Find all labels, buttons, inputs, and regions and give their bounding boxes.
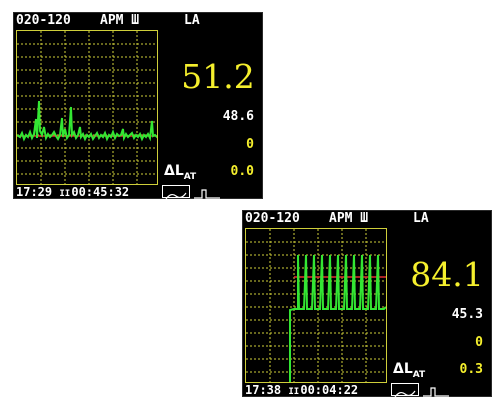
delta-lat-value: 0.3 [459, 362, 483, 377]
main-level-value: 84.1 [410, 255, 484, 294]
header-bar: 020-120 APM Ш LA [243, 211, 491, 227]
level-graph [16, 30, 158, 185]
delta-lat-value: 0.0 [230, 164, 254, 179]
elapsed-time: 00:04:22 [300, 383, 359, 397]
delta-lat-subscript: AT [412, 369, 426, 380]
footer-bar: 17:38 II00:04:22 [245, 383, 359, 398]
pulse-icon[interactable] [193, 185, 221, 199]
grid-lines [246, 229, 386, 382]
mode-label: APM Ш [100, 13, 140, 28]
meter-screen-2: 020-120 APM Ш LA 84.1 45.3 0 ΔLAT 0.3 17… [242, 210, 492, 398]
level-graph-svg [246, 229, 386, 382]
waveform-icon[interactable] [162, 185, 190, 200]
footer-bar: 17:29 II00:45:32 [16, 185, 130, 200]
range-label: 020-120 [245, 211, 300, 226]
elapsed-time: 00:45:32 [71, 185, 130, 199]
delta-lat-label: ΔLAT [164, 163, 196, 185]
level-graph [245, 228, 387, 383]
clock-time: 17:38 [245, 383, 282, 397]
pause-icon: II [59, 189, 71, 199]
delta-lat-text: ΔL [164, 163, 184, 179]
waveform-icon[interactable] [391, 383, 419, 398]
delta-lat-label: ΔLAT [393, 361, 425, 383]
range-label: 020-120 [16, 13, 71, 28]
clock-time: 17:29 [16, 185, 53, 199]
delta-lat-subscript: AT [183, 171, 197, 182]
delta-lat-text: ΔL [393, 361, 413, 377]
level-value-1: 45.3 [451, 307, 483, 322]
weighting-label: LA [413, 211, 429, 226]
main-level-value: 51.2 [181, 57, 255, 96]
meter-screen-1: 020-120 APM Ш LA 51.2 48.6 0 ΔLAT 0.0 17… [13, 12, 263, 200]
header-bar: 020-120 APM Ш LA [14, 13, 262, 29]
pause-icon: II [288, 387, 300, 397]
level-value-2: 0 [246, 137, 254, 152]
level-value-1: 48.6 [222, 109, 254, 124]
level-trace [289, 254, 386, 382]
level-value-2: 0 [475, 335, 483, 350]
pulse-icon[interactable] [422, 383, 450, 397]
weighting-label: LA [184, 13, 200, 28]
mode-label: APM Ш [329, 211, 369, 226]
level-graph-svg [17, 31, 157, 184]
